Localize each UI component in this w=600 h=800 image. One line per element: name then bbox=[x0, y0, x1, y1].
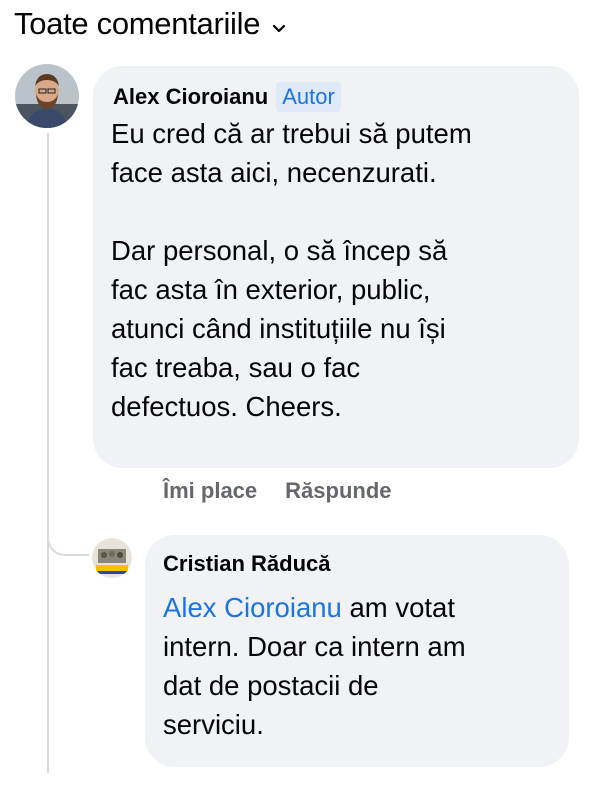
author-name[interactable]: Alex Cioroianu bbox=[113, 84, 268, 110]
comments-filter[interactable]: Toate comentariile bbox=[14, 2, 286, 46]
reply-header: Cristian Răducă bbox=[163, 551, 331, 577]
reply-connector bbox=[47, 520, 89, 556]
reply-avatar[interactable] bbox=[92, 538, 132, 578]
thread-line bbox=[47, 133, 49, 773]
reply-text: Alex Cioroianu am votat intern. Doar ca … bbox=[163, 588, 563, 744]
reply-button[interactable]: Răspunde bbox=[285, 478, 391, 504]
mention-link[interactable]: Alex Cioroianu bbox=[163, 592, 342, 623]
avatar[interactable] bbox=[15, 64, 79, 128]
comment-header: Alex Cioroianu Autor bbox=[113, 82, 341, 112]
comment-text: Eu cred că ar trebui să putem face asta … bbox=[111, 118, 472, 422]
comments-filter-label: Toate comentariile bbox=[14, 6, 261, 41]
like-button[interactable]: Îmi place bbox=[163, 478, 257, 504]
comment-actions: Îmi place Răspunde bbox=[163, 478, 392, 504]
chevron-down-icon bbox=[272, 21, 286, 33]
author-badge: Autor bbox=[276, 82, 341, 112]
reply-author-name[interactable]: Cristian Răducă bbox=[163, 551, 331, 577]
